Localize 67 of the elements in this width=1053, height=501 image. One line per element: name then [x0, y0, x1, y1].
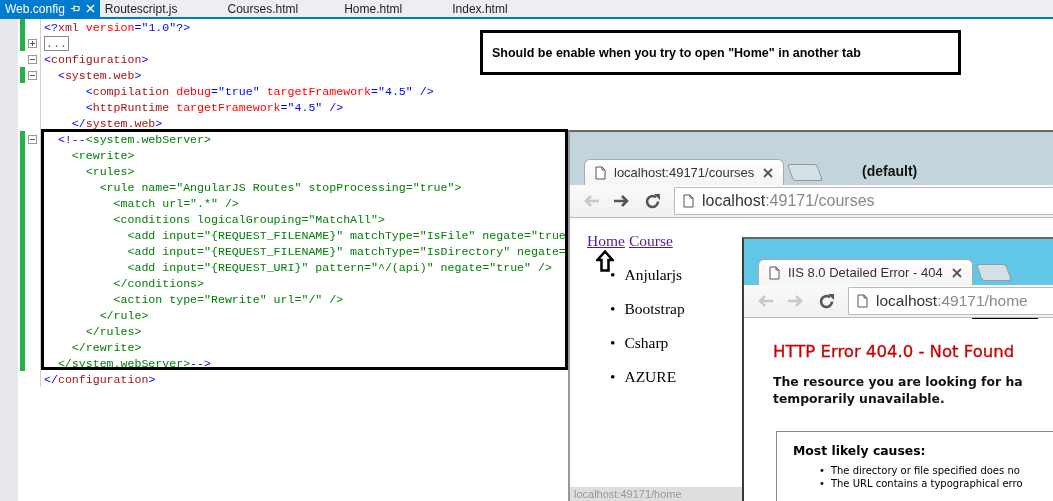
code-line: </rules> [84, 324, 142, 338]
error-message: temporarily unavailable. [773, 390, 946, 407]
code-line: <conditions logicalGrouping="MatchAll"> [112, 212, 385, 226]
nav-link[interactable]: Home [587, 232, 625, 250]
close-icon[interactable] [763, 167, 773, 178]
code-line: </system.webServer>--> [56, 356, 211, 370]
bullet: • [610, 300, 616, 318]
list-item: Bootstrap [624, 300, 685, 318]
cause-item: The directory or file specified does no [830, 464, 1020, 477]
code-line: <configuration> [43, 52, 149, 66]
error-heading: HTTP Error 404.0 - Not Found [773, 342, 1016, 361]
page-icon [857, 294, 868, 308]
code-line: <add input="{REQUEST_FILENAME}" matchType="IsDirectory" negate= [126, 244, 566, 258]
page-icon [595, 165, 606, 180]
code-line: <httpRuntime targetFramework="4.5" /> [84, 100, 344, 114]
file-tab[interactable]: Web.config [0, 0, 100, 17]
causes-title: Most likely causes: [793, 443, 927, 458]
forward-arrow-icon[interactable] [613, 193, 631, 209]
annotation-note: Should be enable when you try to open "Home" in another tab [480, 30, 961, 75]
collapsed-region[interactable]: ... [41, 36, 69, 50]
reload-icon[interactable] [644, 192, 661, 210]
code-line: </configuration> [43, 372, 156, 386]
code-line: <compilation debug="true" targetFramework="4.5" /> [84, 84, 434, 98]
code-line: <rules> [84, 164, 135, 178]
code-line: <system.web> [56, 68, 142, 82]
bullet: • [610, 368, 616, 386]
code-line: <rewrite> [70, 148, 135, 162]
code-line: <add input="{REQUEST_FILENAME}" matchType="IsFile" negate="true [126, 228, 566, 242]
code-line: </rule> [98, 308, 149, 322]
code-line: </rewrite> [70, 340, 142, 354]
address-bar[interactable]: localhost:49171/courses [674, 187, 1053, 215]
bullet: • [610, 334, 616, 352]
code-line: </system.web> [70, 116, 163, 130]
collapse-icon[interactable] [28, 70, 37, 80]
up-arrow-icon [596, 250, 614, 272]
close-icon[interactable] [952, 267, 962, 278]
bullet: • [610, 266, 616, 284]
collapse-icon[interactable] [28, 134, 37, 144]
list-item: AZURE [624, 368, 677, 386]
code-line: <action type="Rewrite" url="/" /> [112, 292, 344, 306]
expand-icon[interactable] [28, 38, 37, 48]
page-icon [683, 194, 694, 208]
list-item: Anjularjs [624, 266, 683, 284]
bullet: • [819, 464, 825, 477]
cause-item: The URL contains a typographical erro [830, 477, 1023, 490]
browser-tab[interactable]: IIS 8.0 Detailed Error - 404 [758, 259, 973, 285]
page-icon [769, 265, 780, 280]
code-line: <rule name="AngularJS Routes" stopProcessing="true"> [98, 180, 462, 194]
bullet: • [819, 477, 825, 490]
nav-link[interactable]: Course [628, 232, 673, 250]
code-line: <?xml version="1.0"?> [43, 20, 191, 34]
code-line: <add input="{REQUEST_URI}" pattern="^/(api)" negate="true" /> [126, 260, 552, 274]
address-bar[interactable]: localhost:49171/home [848, 287, 1053, 315]
profile-label: (default) [862, 163, 918, 179]
code-line: <match url=".*" /> [112, 196, 239, 210]
code-line: <!--<system.webServer> [56, 132, 211, 146]
error-message: The resource you are looking for ha [773, 373, 1024, 390]
list-item: Csharp [624, 334, 669, 352]
browser-tab[interactable]: localhost:49171/courses [584, 159, 784, 185]
file-tab[interactable]: Courses.html [222, 0, 304, 17]
collapse-icon[interactable] [28, 54, 37, 64]
pin-icon[interactable] [70, 4, 80, 13]
file-tab[interactable]: Routescript.js [99, 0, 183, 17]
file-tab[interactable]: Index.html [447, 0, 513, 17]
code-line: </conditions> [112, 276, 205, 290]
file-tab[interactable]: Home.html [339, 0, 408, 17]
reload-icon[interactable] [818, 292, 835, 310]
